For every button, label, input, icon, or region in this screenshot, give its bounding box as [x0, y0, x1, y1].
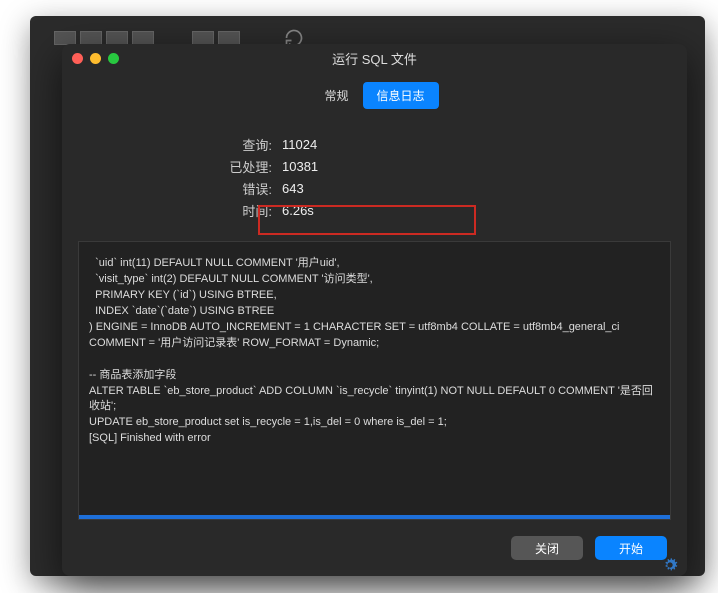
progress-bar	[79, 515, 670, 519]
dialog-title: 运行 SQL 文件	[62, 49, 687, 68]
start-button[interactable]: 开始	[595, 536, 667, 560]
toolbar-tile[interactable]	[80, 31, 102, 45]
processed-label: 已处理:	[222, 157, 272, 176]
toolbar-tile[interactable]	[132, 31, 154, 45]
errors-value: 643	[282, 181, 304, 196]
toolbar-tile[interactable]	[192, 31, 214, 45]
tab-log[interactable]: 信息日志	[363, 82, 439, 109]
errors-label: 错误:	[222, 179, 272, 198]
log-text: `uid` int(11) DEFAULT NULL COMMENT '用户ui…	[89, 256, 660, 447]
titlebar: 运行 SQL 文件	[62, 44, 687, 72]
toolbar-tile[interactable]	[218, 31, 240, 45]
stat-row-time: 时间: 6.26s	[222, 199, 687, 221]
dialog-tabs: 常规 信息日志	[62, 82, 687, 109]
run-sql-dialog: 运行 SQL 文件 常规 信息日志 查询: 11024 已处理: 10381 错…	[62, 44, 687, 576]
gear-icon[interactable]	[662, 557, 678, 573]
stats-block: 查询: 11024 已处理: 10381 错误: 643 时间: 6.26s	[62, 133, 687, 221]
stat-row-queries: 查询: 11024	[222, 133, 687, 155]
toolbar-tile[interactable]	[54, 31, 76, 45]
tab-general[interactable]: 常规	[310, 82, 362, 109]
queries-label: 查询:	[222, 135, 272, 154]
dialog-buttons: 关闭 开始	[62, 520, 687, 576]
toolbar-tile[interactable]	[106, 31, 128, 45]
stat-row-processed: 已处理: 10381	[222, 155, 687, 177]
close-button[interactable]: 关闭	[511, 536, 583, 560]
time-value: 6.26s	[282, 203, 314, 218]
time-label: 时间:	[222, 201, 272, 220]
log-output[interactable]: `uid` int(11) DEFAULT NULL COMMENT '用户ui…	[78, 241, 671, 520]
processed-value: 10381	[282, 159, 318, 174]
stat-row-errors: 错误: 643	[222, 177, 687, 199]
queries-value: 11024	[282, 137, 317, 152]
